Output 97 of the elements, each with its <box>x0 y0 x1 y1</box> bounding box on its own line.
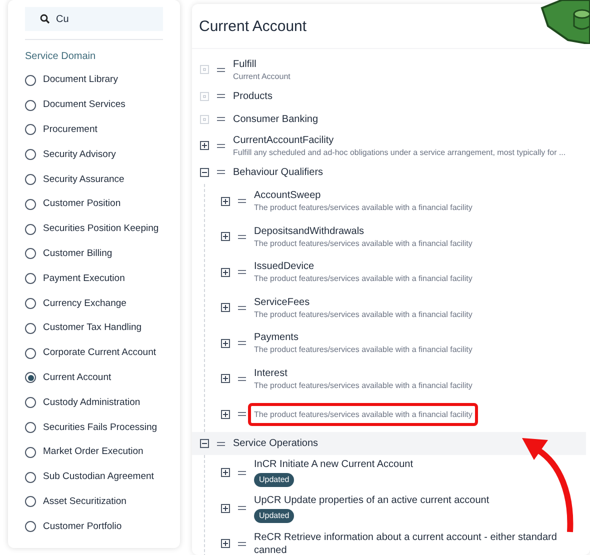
radio-option[interactable]: Security Assurance <box>25 167 163 192</box>
node-title: Service Operations <box>233 437 318 450</box>
node-description: The product features/services available with a financial facility <box>254 344 472 356</box>
drag-handle-icon[interactable] <box>238 270 246 274</box>
node-description: The product features/services available with a financial facility <box>254 202 472 214</box>
node-title: CurrentAccountFacility <box>233 134 335 146</box>
radio-option[interactable]: Procurement <box>25 118 163 142</box>
drag-handle-icon[interactable] <box>238 306 246 310</box>
node-title: IssuedDevice <box>254 260 314 274</box>
collapse-icon[interactable] <box>200 439 209 448</box>
radio-option[interactable]: Market Order Execution <box>25 440 163 465</box>
radio-button[interactable] <box>25 372 36 384</box>
radio-button[interactable] <box>25 298 36 310</box>
collapse-icon[interactable] <box>200 168 209 176</box>
tree-row[interactable]: Service Operations <box>192 432 586 455</box>
drag-handle-icon[interactable] <box>238 506 246 510</box>
radio-button[interactable] <box>25 446 36 458</box>
radio-option[interactable]: Corporate Current Account <box>25 340 163 366</box>
radio-button[interactable] <box>25 496 36 508</box>
radio-option[interactable]: Customer Portfolio <box>25 514 163 540</box>
radio-option[interactable]: Asset Securitization <box>25 490 163 514</box>
radio-option[interactable]: Payment Execution <box>25 266 163 292</box>
node-title: Consumer Banking <box>233 112 318 126</box>
expand-icon[interactable] <box>221 374 230 384</box>
radio-button[interactable] <box>25 198 36 210</box>
radio-option[interactable]: Customer Billing <box>25 242 163 266</box>
drag-handle-icon[interactable] <box>238 470 246 475</box>
radio-button[interactable] <box>25 149 36 160</box>
drag-handle-icon[interactable] <box>238 341 246 346</box>
radio-button[interactable] <box>25 174 36 186</box>
node-description: The product features/services available with a financial facility <box>254 308 472 320</box>
node-title: InCR Initiate A new Current Account <box>254 458 413 472</box>
node-description: The product features/services available with a financial facility <box>254 408 472 420</box>
radio-option[interactable]: Currency Exchange <box>25 291 163 316</box>
radio-button[interactable] <box>25 248 36 260</box>
radio-option[interactable]: Document Services <box>25 92 163 118</box>
expand-icon[interactable] <box>221 504 230 513</box>
node-title: Fulfill <box>233 58 258 70</box>
drag-handle-icon[interactable] <box>238 234 246 239</box>
radio-button[interactable] <box>25 74 36 86</box>
node-description: Fulfill any scheduled and ad-hoc obligations under a service arrangement, most typically for ... <box>233 146 566 158</box>
tree-row[interactable]: Behaviour Qualifiers <box>192 160 586 184</box>
expand-icon[interactable] <box>221 410 230 419</box>
section-heading: Service Domain <box>25 50 97 64</box>
node-title: UpCR Update properties of an active current account <box>254 494 490 507</box>
radio-button[interactable] <box>25 322 36 334</box>
node-title: Behaviour Qualifiers <box>233 166 324 178</box>
drag-handle-icon[interactable] <box>238 199 246 204</box>
node-description: Current Account <box>233 70 290 82</box>
drag-handle-icon[interactable] <box>238 542 246 546</box>
drag-handle-icon[interactable] <box>217 170 225 174</box>
radio-option[interactable]: Customer Tax Handling <box>25 316 163 341</box>
drag-handle-icon[interactable] <box>238 376 246 381</box>
radio-option[interactable]: Sub Custodian Agreement <box>25 464 163 490</box>
node-description: The product features/services available with a financial facility <box>254 273 472 284</box>
expand-icon[interactable] <box>221 539 230 548</box>
radio-button[interactable] <box>25 100 36 111</box>
node-description: The product features/services available with a financial facility <box>254 380 472 391</box>
radio-button[interactable] <box>25 422 36 434</box>
expand-icon[interactable] <box>221 303 230 312</box>
node-title: Payments <box>254 331 298 344</box>
expand-icon[interactable] <box>221 268 230 277</box>
expand-icon[interactable] <box>221 468 230 478</box>
search-icon <box>40 14 50 24</box>
radio-option[interactable]: Securities Position Keeping <box>25 216 163 242</box>
node-title: AccountSweep <box>254 189 321 202</box>
expand-icon[interactable] <box>200 141 209 150</box>
drag-handle-icon[interactable] <box>217 144 225 148</box>
radio-button[interactable] <box>25 521 36 532</box>
radio-option[interactable]: Customer Position <box>25 192 163 217</box>
node-title: DepositsandWithdrawals <box>254 224 364 238</box>
search-field[interactable]: Cu <box>25 7 163 31</box>
node-title: ReCR Retrieve information about a current account - either standard canned <box>254 530 558 555</box>
radio-option[interactable]: Document Library <box>25 68 163 93</box>
radio-option[interactable]: Securities Fails Processing <box>25 415 163 440</box>
updated-badge: Updated <box>254 508 294 523</box>
expand-icon[interactable] <box>221 232 230 242</box>
cube-icon <box>538 0 590 44</box>
expand-icon[interactable] <box>221 338 230 348</box>
radio-button[interactable] <box>25 273 36 284</box>
radio-button[interactable] <box>25 124 36 136</box>
expand-icon[interactable] <box>221 196 230 206</box>
node-title: Interest <box>254 366 288 380</box>
updated-badge: Updated <box>254 473 294 488</box>
radio-button[interactable] <box>25 224 36 235</box>
drag-handle-icon[interactable] <box>217 442 225 446</box>
radio-option[interactable]: Custody Administration <box>25 390 163 416</box>
node-title: Products <box>233 90 272 102</box>
node-title: ServiceFees <box>254 296 310 309</box>
drag-handle-icon[interactable] <box>238 412 246 416</box>
tree-row[interactable]: CurrentAccountFacility Fulfill any scheduled and ad-hoc obligations under a service arrangement, most typically for ... <box>192 130 586 160</box>
node-description: The product features/services available with a financial facility <box>254 238 472 249</box>
radio-button[interactable] <box>25 348 36 359</box>
radio-option[interactable]: Security Advisory <box>25 142 163 168</box>
radio-button[interactable] <box>25 397 36 408</box>
radio-option[interactable]: Current Account <box>25 366 163 390</box>
radio-button[interactable] <box>25 472 36 483</box>
